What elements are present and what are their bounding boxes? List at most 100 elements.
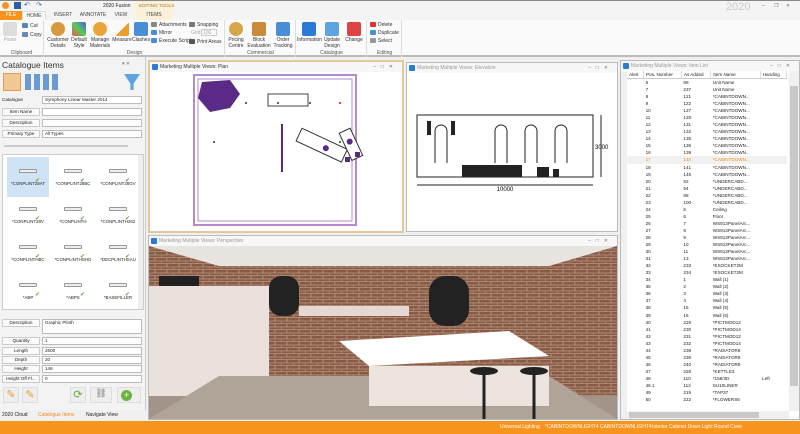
primary-type-select[interactable]: All Types (42, 130, 142, 138)
table-row[interactable]: 256Floor (627, 213, 787, 220)
tab-annotate[interactable]: ANNOTATE (78, 11, 108, 20)
cut-button[interactable]: Cut (22, 23, 38, 29)
table-row[interactable]: 32233*ESOCKET2M (627, 262, 787, 269)
column-header[interactable]: As Added (681, 71, 710, 79)
table-row[interactable]: 49219*TAP37 (627, 389, 787, 396)
table-row[interactable]: 374Wall (4) (627, 297, 787, 304)
table-row[interactable]: 17140*CABINTDOWN... (627, 156, 787, 163)
snapping-button[interactable]: Snapping (189, 22, 218, 28)
property-label[interactable]: Description (2, 319, 40, 327)
undo-icon[interactable]: ↶ (24, 1, 30, 9)
vertical-scrollbar[interactable] (789, 71, 799, 411)
catalogue-item[interactable]: ✔*CONPLINTH262 (97, 195, 139, 235)
column-header[interactable]: Item Name (711, 71, 760, 79)
table-row[interactable]: 13132*CABINTDOWN... (627, 128, 787, 135)
table-row[interactable]: 12131*CABINTDOWN... (627, 121, 787, 128)
description-filter-label[interactable]: Description (2, 119, 40, 127)
draw-line-icon[interactable]: ✎ (3, 387, 19, 403)
draw-angle-icon[interactable]: ✎ (22, 387, 38, 403)
window-controls[interactable]: –□✕ (770, 61, 795, 71)
primary-type-label[interactable]: Primary Type (2, 130, 40, 138)
table-row[interactable]: 23100*UNDERCABD... (627, 199, 787, 206)
table-row[interactable]: 46240*RADIATOR8 (627, 361, 787, 368)
property-label[interactable]: Length (2, 347, 40, 355)
measure-button[interactable]: Measure (111, 22, 133, 43)
table-row[interactable]: 352Wall (2) (627, 283, 787, 290)
catalogue-item[interactable]: ✔*CONPLINT28BC (52, 157, 94, 197)
select-button[interactable]: Select (370, 38, 392, 44)
catalogue-item[interactable]: ✔*CONPLINTH (52, 195, 94, 235)
catalogue-item[interactable]: ✔*CONPLINTHGHD (52, 233, 94, 273)
table-row[interactable]: 11128*CABINTDOWN... (627, 114, 787, 121)
tab-catalogue-items[interactable]: Catalogue Items (38, 410, 74, 421)
elevation-view-window[interactable]: Marketing Multiple Views: Elevation–□✕ 1… (406, 62, 618, 232)
change-button[interactable]: Change (343, 22, 365, 43)
add-item-button[interactable]: + (117, 387, 141, 403)
table-row[interactable]: 15136*CABINTDOWN... (627, 142, 787, 149)
window-controls[interactable]: –□✕ (373, 62, 398, 72)
property-value-input[interactable]: 1 (42, 337, 142, 345)
default-style-button[interactable]: Default Style (69, 22, 89, 49)
table-row[interactable]: 7237Unit Name (627, 86, 787, 93)
table-row[interactable]: 2298*UNDERCABD... (627, 192, 787, 199)
table-row[interactable]: 3815Wall (5) (627, 304, 787, 311)
clear-filter-icon[interactable] (124, 74, 140, 90)
table-row[interactable]: 50222*FLOWERS6 (627, 396, 787, 403)
perspective-view-window[interactable]: Marketing Multiple Views: Perspective–□✕ (148, 235, 618, 420)
table-row[interactable]: 45239*RADIATOR8 (627, 354, 787, 361)
item-name-input[interactable] (42, 108, 142, 116)
table-row[interactable]: 3011WS913PanelArc... (627, 248, 787, 255)
update-design-button[interactable]: Update Design (321, 22, 343, 49)
copy-button[interactable]: Copy (22, 32, 42, 38)
plan-drawing[interactable] (150, 72, 402, 232)
duplicate-button[interactable]: Duplicate (370, 30, 399, 36)
table-row[interactable]: 48110*158/3DLeft (627, 375, 787, 382)
tab-insert[interactable]: INSERT (50, 11, 76, 20)
table-row[interactable]: 44238*RADIATOR8 (627, 347, 787, 354)
catalogue-item[interactable]: ✔*DECPLINTHSAU (97, 233, 139, 273)
window-controls[interactable]: –□✕ (588, 236, 613, 246)
delete-button[interactable]: Delete (370, 22, 392, 28)
catalogue-item[interactable]: ✔*ABPS (52, 271, 94, 311)
table-row[interactable]: 16139*CABINTDOWN... (627, 149, 787, 156)
table-row[interactable]: 278WS913PanelArc... (627, 227, 787, 234)
refresh-icon[interactable]: ⟳ (70, 387, 86, 403)
pricing-centre-button[interactable]: Pricing Centre (226, 22, 246, 49)
link-icon[interactable]: ⛓ (90, 387, 112, 403)
table-row[interactable]: 699Unit Name (627, 79, 787, 87)
catalogue-browse-icon[interactable] (3, 73, 21, 91)
table-row[interactable]: 47228*KETTLE3 (627, 368, 787, 375)
catalogue-item[interactable]: ✔*ABP (7, 271, 49, 311)
plan-view-window[interactable]: Marketing Multiple Views: Plan–□✕ (148, 60, 404, 233)
table-row[interactable]: 289WS913PanelArc... (627, 234, 787, 241)
column-header[interactable]: Pos. Number (644, 71, 682, 79)
clashes-button[interactable]: Clashes (132, 22, 150, 43)
perspective-render[interactable] (149, 246, 617, 419)
table-row[interactable]: 267WS913PanelArc... (627, 220, 787, 227)
item-name-label[interactable]: Item Name (2, 108, 40, 116)
close-button[interactable]: ✕ (786, 3, 790, 9)
table-row[interactable]: 3113WS913PanelArc... (627, 255, 787, 262)
property-label[interactable]: Depth (2, 356, 40, 364)
table-row[interactable]: 41230*PICTMOD14 (627, 326, 787, 333)
table-row[interactable]: 2194*UNDERCABD... (627, 185, 787, 192)
property-value-input[interactable]: 0 (42, 375, 142, 383)
property-value-input[interactable]: 2600 (42, 347, 142, 355)
save-icon[interactable] (14, 2, 21, 9)
description-input[interactable] (42, 119, 142, 127)
tab-view[interactable]: VIEW (110, 11, 132, 20)
grid-input[interactable]: 100 (201, 29, 217, 36)
catalogue-item[interactable]: ✔*BASEFILLER (97, 271, 139, 311)
minimize-button[interactable]: – (762, 3, 765, 9)
manage-materials-button[interactable]: Manage Materials (89, 22, 111, 49)
table-row[interactable]: 8121*CABINTDOWN... (627, 93, 787, 100)
tab-file[interactable]: FILE (0, 11, 22, 20)
property-label[interactable]: Quantity (2, 337, 40, 345)
restore-button[interactable]: ❐ (774, 3, 778, 9)
tab-home[interactable]: HOME (22, 11, 46, 20)
catalogue-item[interactable]: ✔*CONPLINT28V (7, 195, 49, 235)
execute-script-button[interactable]: Execute Script (151, 38, 191, 44)
table-row[interactable]: 42231*PICTMOD12 (627, 333, 787, 340)
customer-details-button[interactable]: Customer Details (47, 22, 69, 49)
property-value-input[interactable]: 146 (42, 365, 142, 373)
